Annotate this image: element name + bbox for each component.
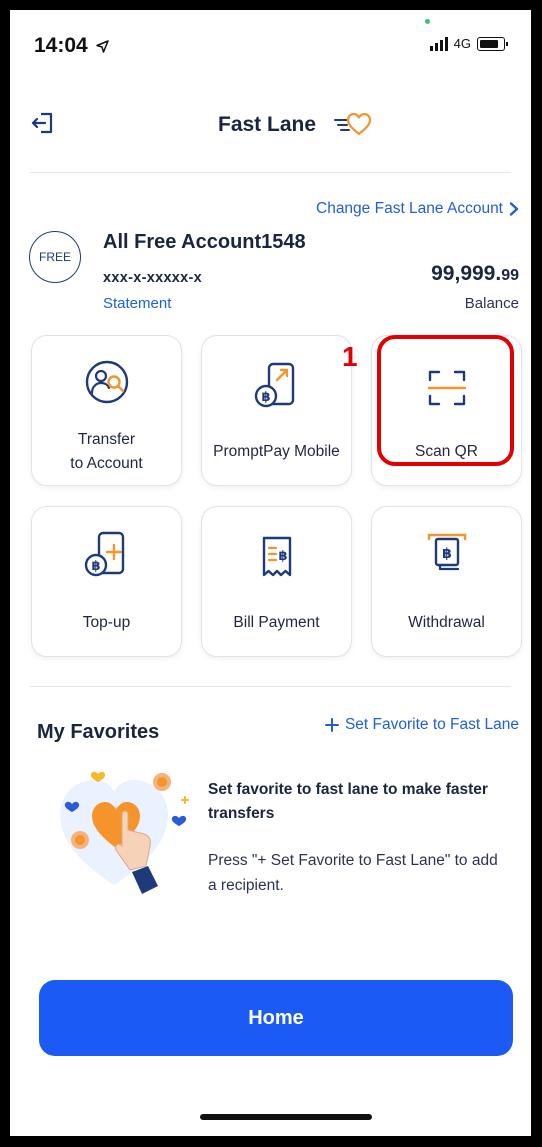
- status-time: 14:04: [34, 34, 109, 58]
- svg-text:฿: ฿: [91, 559, 100, 574]
- phone-baht-icon: ฿: [254, 362, 294, 408]
- atm-withdrawal-icon: ฿: [427, 533, 466, 571]
- topup-button[interactable]: ฿ Top-up: [31, 506, 182, 657]
- bill-payment-button[interactable]: ฿ Bill Payment: [201, 506, 352, 657]
- account-name: All Free Account1548: [103, 231, 306, 253]
- change-account-link[interactable]: Change Fast Lane Account: [316, 200, 519, 218]
- transfer-to-account-button[interactable]: Transfer to Account: [31, 335, 182, 486]
- favorites-title: My Favorites: [37, 721, 160, 743]
- favorite-heart-illustration: [60, 771, 189, 894]
- account-balance: 99,999.99: [431, 262, 519, 285]
- location-arrow-icon: [95, 40, 109, 53]
- phone-topup-icon: ฿: [84, 531, 124, 577]
- set-favorite-link[interactable]: Set Favorite to Fast Lane: [324, 716, 519, 734]
- bill-receipt-icon: ฿: [262, 536, 291, 577]
- account-number: xxx-x-xxxxx-x: [103, 270, 203, 286]
- transfer-label: Transfer to Account: [70, 431, 143, 472]
- home-indicator[interactable]: [200, 1114, 372, 1120]
- annotation-highlight-box: [377, 335, 514, 466]
- app-screen: 14:04 4G Fast Lane Change Fast Lane Acco…: [10, 10, 531, 1136]
- statement-link[interactable]: Statement: [103, 295, 171, 312]
- plus-icon: [324, 718, 339, 732]
- signal-icon: [429, 36, 448, 51]
- promptpay-label: PromptPay Mobile: [213, 443, 340, 460]
- svg-text:฿: ฿: [278, 549, 287, 564]
- privacy-indicator-dot: [425, 19, 430, 24]
- page-title: Fast Lane: [218, 113, 317, 136]
- header: Fast Lane: [10, 100, 531, 150]
- chevron-right-icon: [509, 202, 519, 216]
- favorites-heading: Set favorite to fast lane to make faster…: [208, 781, 488, 822]
- svg-text:฿: ฿: [442, 546, 452, 562]
- withdrawal-button[interactable]: ฿ Withdrawal: [371, 506, 522, 657]
- favorites-description: Press "+ Set Favorite to Fast Lane" to a…: [208, 852, 498, 894]
- network-type: 4G: [453, 36, 471, 51]
- svg-text:฿: ฿: [261, 390, 270, 405]
- section-divider: [30, 686, 511, 687]
- status-indicators: 4G: [429, 36, 508, 51]
- logout-icon[interactable]: [30, 110, 56, 136]
- annotation-step-number: 1: [342, 341, 358, 372]
- home-button[interactable]: Home: [39, 980, 513, 1056]
- withdrawal-label: Withdrawal: [408, 614, 485, 631]
- bill-payment-label: Bill Payment: [233, 614, 320, 631]
- battery-icon: [477, 36, 508, 51]
- transfer-person-icon: [85, 360, 128, 404]
- promptpay-mobile-button[interactable]: ฿ PromptPay Mobile: [201, 335, 352, 486]
- account-type-badge: FREE: [29, 231, 81, 283]
- topup-label: Top-up: [82, 614, 131, 631]
- header-divider: [30, 172, 511, 173]
- status-bar: 14:04 4G: [10, 10, 531, 70]
- balance-label: Balance: [464, 295, 519, 312]
- fast-lane-heart-icon: [334, 112, 372, 136]
